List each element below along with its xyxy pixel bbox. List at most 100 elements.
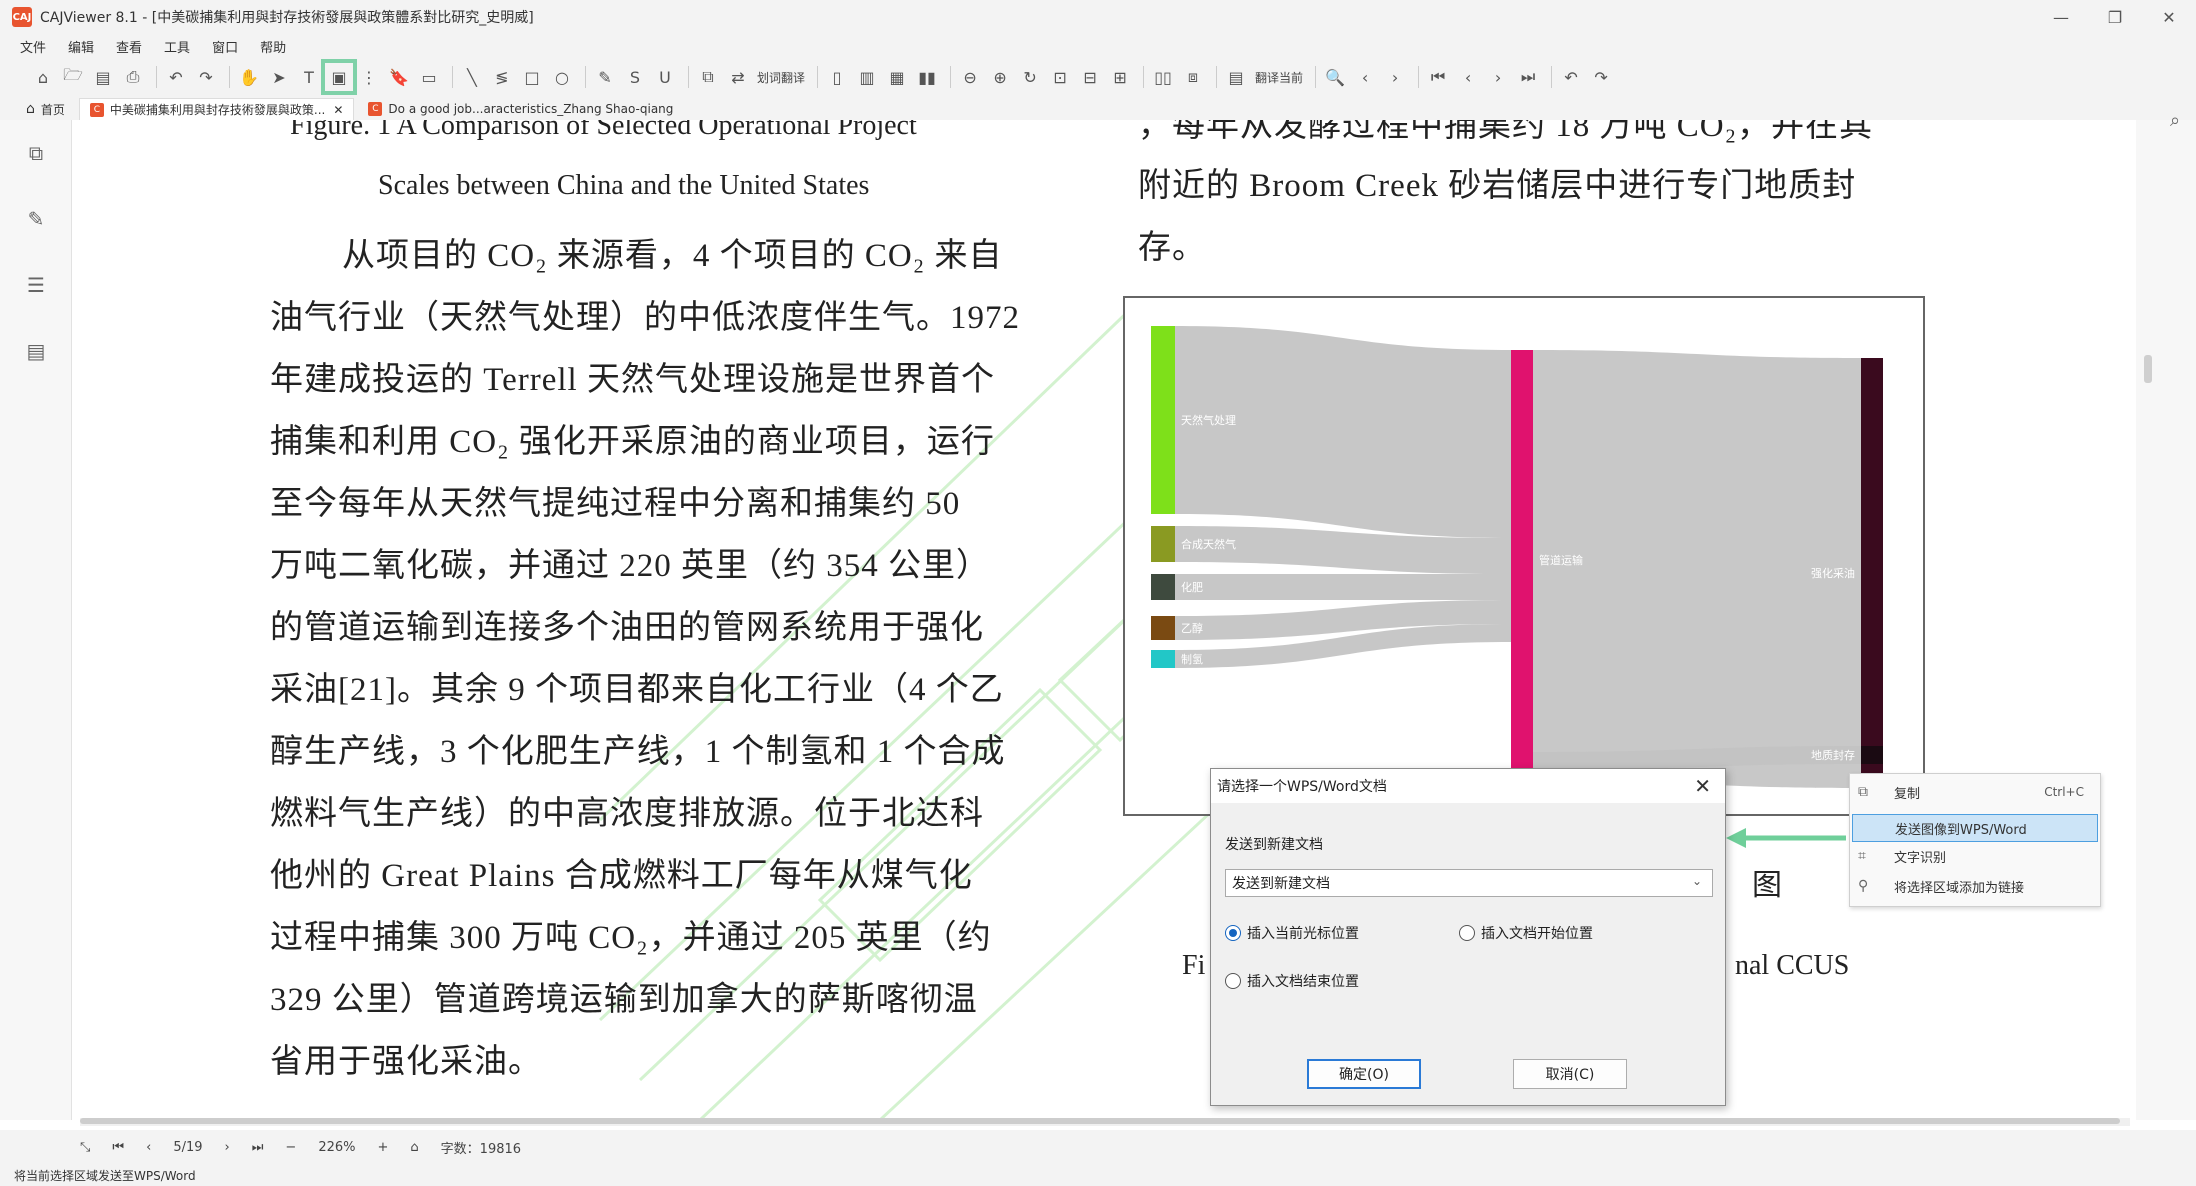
ok-button[interactable]: 确定(O)	[1307, 1059, 1421, 1089]
prev-page-button[interactable]: ‹	[146, 1140, 151, 1155]
select-arrow-icon[interactable]: ➤	[266, 64, 292, 90]
tab-close-icon[interactable]: ✕	[333, 103, 343, 117]
paragraph-line: 捕集和利用 CO₂ 强化开采原油的商业项目，运行	[270, 424, 995, 460]
ctx-send-to-wps[interactable]: 发送图像到WPS/Word	[1852, 814, 2098, 842]
ellipse-tool-icon[interactable]: ○	[549, 64, 575, 90]
green-pointer-arrow-icon	[1726, 828, 1846, 848]
rectangle-tool-icon[interactable]: □	[519, 64, 545, 90]
fit-width-icon[interactable]: ⊟	[1077, 64, 1103, 90]
next-result-icon[interactable]: ›	[1382, 64, 1408, 90]
continuous-page-icon[interactable]: ▥	[854, 64, 880, 90]
compare-icon[interactable]: ▯▯	[1150, 64, 1176, 90]
tab-document-2[interactable]: C Do a good job...aracteristics_Zhang Sh…	[358, 98, 683, 120]
prev-page-icon[interactable]: ‹	[1455, 64, 1481, 90]
zoom-in-button[interactable]: +	[378, 1140, 389, 1155]
strikethrough-icon[interactable]: S	[622, 64, 648, 90]
horizontal-scroll-thumb[interactable]	[80, 1118, 2120, 1124]
open-folder-icon[interactable]: 🗁	[60, 64, 86, 90]
home-icon[interactable]: ⌂	[30, 64, 56, 90]
first-page-icon[interactable]: ⏮	[1425, 64, 1451, 90]
notes-icon[interactable]: ▤	[0, 318, 72, 384]
menu-tools[interactable]: 工具	[164, 37, 190, 56]
menu-file[interactable]: 文件	[20, 37, 46, 56]
radio-insert-cursor[interactable]: 插入当前光标位置	[1225, 923, 1359, 943]
book-view-icon[interactable]: ▮▮	[914, 64, 940, 90]
fit-page-icon[interactable]: ⊡	[1047, 64, 1073, 90]
vertical-scrollbar[interactable]	[2144, 355, 2152, 383]
comment-icon[interactable]: ▭	[416, 64, 442, 90]
minimize-button[interactable]: —	[2034, 0, 2088, 34]
side-search-icon[interactable]: ⌕	[2170, 110, 2180, 131]
save-icon[interactable]: ▤	[90, 64, 116, 90]
image-select-icon[interactable]: ▣	[321, 59, 357, 95]
annotation-icon[interactable]: ✎	[0, 186, 72, 252]
toolbar-divider	[156, 66, 157, 88]
translate-page-label[interactable]: 翻译当前	[1255, 69, 1303, 86]
ctx-copy[interactable]: ⧉ 复制 Ctrl+C	[1852, 778, 2098, 806]
dialog-close-icon[interactable]: ✕	[1694, 774, 1711, 798]
forward-icon[interactable]: ↷	[1588, 64, 1614, 90]
horizontal-scrollbar[interactable]	[80, 1118, 2130, 1126]
menu-edit[interactable]: 编辑	[68, 37, 94, 56]
last-page-button[interactable]: ⏭	[252, 1140, 264, 1155]
radio-button[interactable]	[1459, 925, 1475, 941]
sankey-node-source-1	[1151, 526, 1175, 562]
ocr-tool-icon[interactable]: ⧉	[695, 64, 721, 90]
radio-insert-start[interactable]: 插入文档开始位置	[1459, 923, 1593, 943]
ctx-add-link[interactable]: ⚲ 将选择区域添加为链接	[1852, 872, 2098, 900]
right-paragraph-line: 存。	[1138, 230, 1206, 266]
outline-icon[interactable]: ☰	[0, 252, 72, 318]
redo-icon[interactable]: ↷	[193, 64, 219, 90]
target-document-select[interactable]: 发送到新建文档 ⌄	[1225, 869, 1713, 897]
print-icon[interactable]: ⎙	[120, 64, 146, 90]
tab-document-active[interactable]: C 中美碳捕集利用與封存技術發展與政策... ✕	[78, 98, 355, 120]
menu-help[interactable]: 帮助	[260, 37, 286, 56]
close-window-button[interactable]: ✕	[2142, 0, 2196, 34]
selected-figure-region[interactable]: 天然气处理 合成天然气 化肥 乙醇 制氢 管道运输 强化采油 地质封存	[1123, 296, 1925, 816]
hand-tool-icon[interactable]: ✋	[236, 64, 262, 90]
page-indicator[interactable]: 5/19	[173, 1140, 202, 1155]
menu-view[interactable]: 查看	[116, 37, 142, 56]
radio-button[interactable]	[1225, 973, 1241, 989]
status-text: 将当前选择区域发送至WPS/Word	[14, 1168, 196, 1183]
actual-size-icon[interactable]: ⊞	[1107, 64, 1133, 90]
translate-page-icon[interactable]: ▤	[1223, 64, 1249, 90]
restore-button[interactable]: ❐	[2088, 0, 2142, 34]
zoom-in-icon[interactable]: ⊕	[987, 64, 1013, 90]
line-tool-icon[interactable]: ╲	[459, 64, 485, 90]
layout-icon[interactable]: ⧈	[1180, 64, 1206, 90]
next-page-button[interactable]: ›	[225, 1140, 230, 1155]
multi-page-icon[interactable]: ▦	[884, 64, 910, 90]
bookmark-icon[interactable]: 🔖	[386, 64, 412, 90]
radio-insert-end[interactable]: 插入文档结束位置	[1225, 971, 1359, 991]
menu-window[interactable]: 窗口	[212, 37, 238, 56]
zoom-out-button[interactable]: −	[285, 1140, 296, 1155]
undo-icon[interactable]: ↶	[163, 64, 189, 90]
text-select-icon[interactable]: T	[296, 64, 322, 90]
sankey-node-target-0	[1861, 358, 1883, 788]
prev-result-icon[interactable]: ‹	[1352, 64, 1378, 90]
thumbnail-icon[interactable]: ⧉	[0, 120, 72, 186]
translate-label[interactable]: 划词翻译	[757, 69, 805, 86]
zoom-level[interactable]: 226%	[318, 1140, 355, 1155]
fit-icon[interactable]: ⤡	[80, 1140, 90, 1155]
curve-tool-icon[interactable]: ≶	[489, 64, 515, 90]
tab-home[interactable]: ⌂ 首页	[16, 98, 75, 120]
ctx-ocr[interactable]: ⌗ 文字识别	[1852, 842, 2098, 870]
first-page-button[interactable]: ⏮	[112, 1140, 124, 1155]
radio-button-checked[interactable]	[1225, 925, 1241, 941]
underline-icon[interactable]: U	[652, 64, 678, 90]
zoom-out-icon[interactable]: ⊖	[957, 64, 983, 90]
last-page-icon[interactable]: ⏭	[1515, 64, 1541, 90]
snapshot-icon[interactable]: ⋮	[356, 64, 382, 90]
back-icon[interactable]: ↶	[1558, 64, 1584, 90]
sankey-flow-0	[1175, 326, 1511, 538]
next-page-icon[interactable]: ›	[1485, 64, 1511, 90]
highlight-icon[interactable]: ✎	[592, 64, 618, 90]
rotate-icon[interactable]: ↻	[1017, 64, 1043, 90]
target-select-value: 发送到新建文档	[1232, 876, 1330, 892]
cancel-button[interactable]: 取消(C)	[1513, 1059, 1627, 1089]
search-icon[interactable]: 🔍	[1322, 64, 1348, 90]
translate-icon[interactable]: ⇄	[725, 64, 751, 90]
single-page-icon[interactable]: ▯	[824, 64, 850, 90]
